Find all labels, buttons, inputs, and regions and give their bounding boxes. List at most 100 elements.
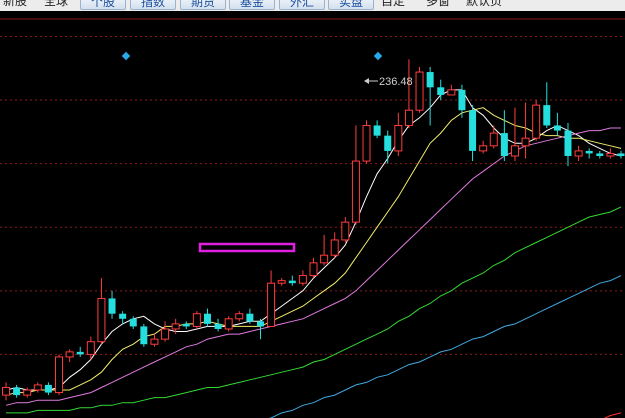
- candle-body: [437, 87, 445, 95]
- tab-futures[interactable]: 期货: [180, 0, 226, 10]
- candle-body: [267, 282, 276, 327]
- candle-body: [76, 351, 84, 355]
- candle[interactable]: [341, 217, 350, 243]
- candle-body: [86, 341, 95, 355]
- grid-lines: [0, 18, 625, 355]
- candle[interactable]: [203, 308, 211, 327]
- candle-body: [192, 313, 201, 327]
- candle[interactable]: [510, 107, 519, 162]
- candle[interactable]: [426, 66, 434, 126]
- candle[interactable]: [108, 290, 116, 319]
- candle[interactable]: [161, 321, 170, 342]
- candle-body: [13, 387, 21, 396]
- candle[interactable]: [617, 150, 625, 159]
- candle-body: [351, 160, 360, 223]
- candle[interactable]: [235, 311, 244, 322]
- candle-body: [140, 326, 148, 345]
- candle[interactable]: [65, 349, 74, 363]
- highlight-box[interactable]: [198, 242, 296, 253]
- event-marker[interactable]: [121, 51, 131, 61]
- candle[interactable]: [182, 321, 190, 329]
- candle[interactable]: [394, 112, 403, 156]
- candle-body: [469, 110, 477, 151]
- candle-body: [214, 323, 222, 329]
- tab-default-page[interactable]: 默认页: [466, 0, 502, 8]
- candle[interactable]: [373, 120, 381, 139]
- candle-body: [543, 105, 551, 126]
- ma120-line: [268, 275, 622, 418]
- candle-body: [288, 280, 296, 284]
- candle[interactable]: [574, 145, 583, 162]
- candle[interactable]: [585, 148, 593, 159]
- candle[interactable]: [384, 130, 392, 164]
- candle-body: [596, 153, 604, 156]
- candle[interactable]: [2, 382, 10, 401]
- candle[interactable]: [288, 275, 296, 286]
- candle[interactable]: [415, 66, 424, 113]
- candlesticks: [2, 59, 625, 401]
- candle-body: [119, 313, 127, 319]
- candle[interactable]: [76, 346, 84, 357]
- candle[interactable]: [351, 125, 360, 225]
- candle[interactable]: [469, 105, 477, 162]
- kline-chart[interactable]: 236.48: [0, 11, 625, 418]
- candle-body: [564, 130, 572, 156]
- tab-custom[interactable]: 自定: [381, 0, 405, 8]
- candle[interactable]: [214, 318, 222, 332]
- candle[interactable]: [330, 232, 339, 258]
- ma5-line: [5, 89, 622, 391]
- tab-live[interactable]: 实盘: [328, 0, 374, 10]
- tab-index[interactable]: 指数: [130, 0, 176, 10]
- candle-body: [384, 135, 392, 151]
- candle-body: [108, 298, 116, 314]
- candle-body: [320, 254, 329, 264]
- candle-body: [521, 137, 530, 147]
- event-marker[interactable]: [373, 51, 383, 61]
- candle-body: [246, 313, 254, 322]
- candle[interactable]: [447, 84, 456, 96]
- candle[interactable]: [309, 257, 318, 279]
- candle-body: [404, 109, 413, 126]
- tab-global[interactable]: 全球: [44, 0, 68, 8]
- candle[interactable]: [479, 140, 488, 154]
- candle[interactable]: [500, 110, 508, 162]
- candle[interactable]: [192, 311, 201, 329]
- candle[interactable]: [224, 316, 233, 332]
- tab-multi-window[interactable]: 多窗: [426, 0, 450, 8]
- candle[interactable]: [44, 382, 52, 396]
- candle[interactable]: [140, 323, 148, 347]
- candle[interactable]: [521, 102, 530, 159]
- candle-body: [606, 152, 615, 157]
- candle[interactable]: [606, 148, 615, 159]
- candle[interactable]: [277, 278, 286, 286]
- candle[interactable]: [150, 334, 159, 347]
- candle-body: [33, 384, 42, 391]
- candle-body: [224, 318, 233, 330]
- candle[interactable]: [489, 125, 498, 149]
- candle[interactable]: [320, 234, 329, 266]
- tab-new-stocks[interactable]: 新股: [3, 0, 27, 8]
- candle[interactable]: [256, 318, 264, 340]
- candle[interactable]: [13, 384, 21, 398]
- tab-stocks[interactable]: 个股: [80, 0, 126, 10]
- candle[interactable]: [404, 59, 413, 129]
- high-price-label: 236.48: [379, 76, 413, 88]
- candle-body: [489, 132, 498, 147]
- candle[interactable]: [267, 270, 276, 327]
- candle-body: [182, 323, 190, 327]
- candle[interactable]: [437, 79, 445, 101]
- candle-body: [309, 262, 318, 277]
- candle[interactable]: [543, 82, 551, 129]
- candle[interactable]: [362, 120, 371, 164]
- tab-funds[interactable]: 基金: [229, 0, 275, 10]
- candle-body: [330, 239, 339, 256]
- candle[interactable]: [97, 278, 106, 345]
- candle[interactable]: [596, 150, 604, 159]
- candle[interactable]: [298, 270, 307, 286]
- tab-forex[interactable]: 外汇: [279, 0, 325, 10]
- candle[interactable]: [55, 354, 64, 396]
- candle-body: [510, 145, 519, 157]
- candle[interactable]: [553, 112, 561, 136]
- candle[interactable]: [119, 311, 127, 324]
- candle[interactable]: [532, 100, 541, 141]
